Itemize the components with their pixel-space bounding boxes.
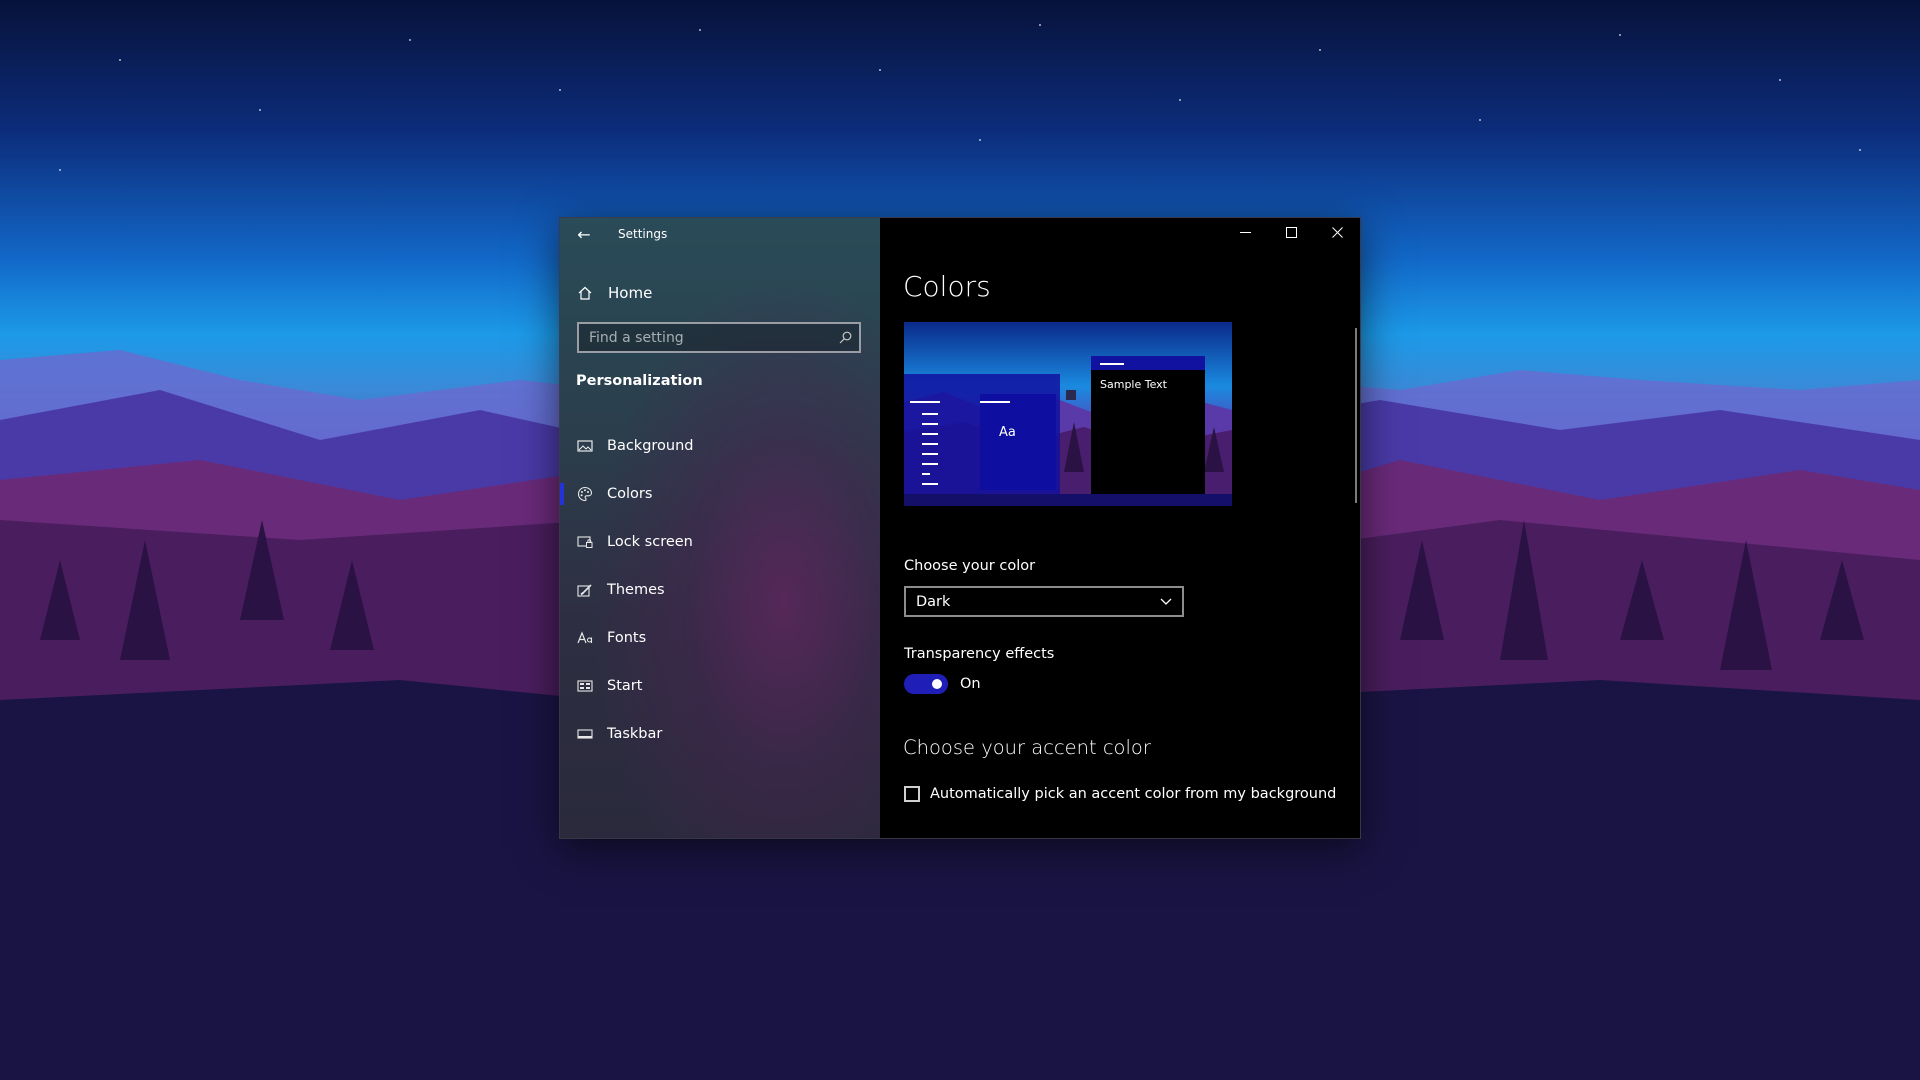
theme-preview: Aa Sample Text <box>904 322 1232 506</box>
personalization-menu: Background Colors Lock screen Themes Fon… <box>560 422 880 758</box>
nav-item-label: Start <box>607 678 643 694</box>
nav-item-fonts[interactable]: Fonts <box>560 614 880 662</box>
transparency-toggle-row: On <box>904 674 981 694</box>
search-box[interactable] <box>577 322 861 353</box>
transparency-toggle[interactable] <box>904 674 948 694</box>
toggle-knob <box>932 679 942 689</box>
fonts-icon <box>576 631 594 645</box>
nav-item-colors[interactable]: Colors <box>560 470 880 518</box>
back-button[interactable]: ← <box>560 218 608 250</box>
nav-item-lock-screen[interactable]: Lock screen <box>560 518 880 566</box>
start-icon <box>576 679 594 693</box>
nav-item-label: Themes <box>607 582 665 598</box>
accent-color-heading: Choose your accent color <box>903 736 1151 759</box>
window-controls <box>1222 218 1360 250</box>
back-arrow-icon: ← <box>577 224 591 244</box>
search-icon[interactable] <box>831 331 859 344</box>
transparency-label: Transparency effects <box>904 646 1055 662</box>
nav-item-start[interactable]: Start <box>560 662 880 710</box>
home-icon <box>576 286 594 300</box>
title-bar: ← Settings <box>560 218 880 250</box>
nav-item-themes[interactable]: Themes <box>560 566 880 614</box>
nav-item-background[interactable]: Background <box>560 422 880 470</box>
app-title: Settings <box>618 227 668 241</box>
nav-item-label: Fonts <box>607 630 647 646</box>
image-icon <box>576 439 594 453</box>
nav-item-label: Taskbar <box>607 726 663 742</box>
maximize-button[interactable] <box>1268 218 1314 250</box>
nav-item-label: Lock screen <box>607 534 693 550</box>
nav-item-taskbar[interactable]: Taskbar <box>560 710 880 758</box>
close-icon <box>1331 226 1343 242</box>
preview-sample-text: Sample Text <box>1100 378 1168 391</box>
toggle-state-label: On <box>960 676 981 692</box>
home-label: Home <box>608 284 653 302</box>
minimize-button[interactable] <box>1222 218 1268 250</box>
choose-color-dropdown[interactable]: Dark <box>904 586 1184 617</box>
preview-tile-text: Aa <box>999 425 1016 440</box>
home-link[interactable]: Home <box>576 278 652 308</box>
auto-accent-label: Automatically pick an accent color from … <box>930 786 1337 802</box>
chevron-down-icon <box>1160 594 1172 610</box>
search-input[interactable] <box>579 328 831 347</box>
lock-screen-icon <box>576 535 594 549</box>
page-title: Colors <box>903 270 991 303</box>
close-button[interactable] <box>1314 218 1360 250</box>
choose-color-label: Choose your color <box>904 558 1036 574</box>
maximize-icon <box>1285 226 1297 242</box>
palette-icon <box>576 486 594 502</box>
dropdown-value: Dark <box>916 593 951 610</box>
taskbar-icon <box>576 727 594 741</box>
settings-window: ← Settings Home Personalization Backgrou… <box>560 218 1360 838</box>
nav-item-label: Colors <box>607 486 653 502</box>
section-title: Personalization <box>576 373 703 389</box>
minimize-icon <box>1239 226 1251 242</box>
settings-nav-pane: ← Settings Home Personalization Backgrou… <box>560 218 880 838</box>
auto-accent-row[interactable]: Automatically pick an accent color from … <box>904 786 1336 802</box>
themes-icon <box>576 583 594 598</box>
colors-content-pane: Colors Aa Sample Text Choose your color … <box>880 218 1360 838</box>
auto-accent-checkbox[interactable] <box>904 786 920 802</box>
nav-item-label: Background <box>607 438 694 454</box>
scrollbar[interactable] <box>1355 328 1357 503</box>
